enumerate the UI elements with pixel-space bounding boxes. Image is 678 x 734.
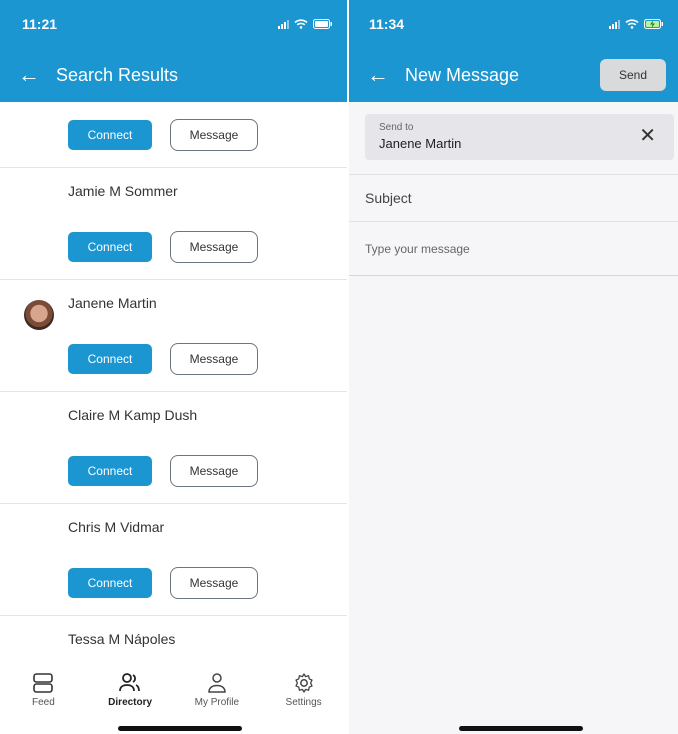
person-icon [208, 673, 226, 693]
wifi-icon [294, 19, 308, 29]
new-message-screen: 11:34 ← New Message Send Send to Janene … [349, 0, 678, 734]
status-time: 11:34 [369, 16, 405, 32]
header: 11:21 ← Search Results [0, 0, 347, 102]
search-results-screen: 11:21 ← Search Results Connect Message J… [0, 0, 347, 734]
feed-icon [33, 673, 54, 693]
bottom-tab-bar: Feed Directory My Profile Settings [0, 660, 347, 718]
connect-button[interactable]: Connect [68, 455, 152, 486]
connect-button[interactable]: Connect [68, 119, 152, 150]
connect-button[interactable]: Connect [68, 231, 152, 262]
gear-icon [294, 673, 313, 693]
list-item-actions: Connect Message [0, 438, 347, 504]
recipient-value: Janene Martin [379, 136, 462, 151]
tab-label: My Profile [194, 697, 240, 708]
connect-button[interactable]: Connect [68, 343, 152, 374]
message-button[interactable]: Message [170, 566, 258, 599]
status-icons [609, 19, 664, 29]
signal-icon [609, 19, 620, 29]
recipient-field[interactable]: Send to Janene Martin ✕ [365, 114, 674, 160]
recipient-label: Send to [379, 122, 414, 133]
tab-my-profile[interactable]: My Profile [177, 672, 257, 708]
page-title: New Message [405, 64, 520, 85]
tab-label: Directory [108, 697, 153, 708]
tab-directory[interactable]: Directory [90, 672, 170, 708]
message-button[interactable]: Message [170, 454, 258, 487]
message-input[interactable]: Type your message [349, 222, 678, 276]
send-button[interactable]: Send [600, 59, 666, 91]
list-item-actions: Connect Message [0, 326, 347, 392]
tab-feed[interactable]: Feed [3, 672, 83, 708]
home-indicator [118, 726, 242, 731]
signal-icon [278, 19, 289, 29]
person-name: Janene Martin [68, 295, 157, 311]
app-bar: ← Search Results [0, 48, 347, 102]
status-icons [278, 19, 333, 29]
people-icon [119, 673, 141, 692]
app-bar: ← New Message Send [349, 48, 678, 102]
battery-charging-icon [644, 19, 663, 29]
person-name[interactable]: Tessa M Nápoles [0, 616, 347, 660]
status-bar: 11:21 [0, 0, 347, 48]
page-title: Search Results [56, 64, 179, 85]
home-indicator [459, 726, 583, 731]
list-item-actions: Connect Message [0, 102, 347, 168]
back-arrow-icon[interactable]: ← [367, 64, 395, 86]
close-icon[interactable]: ✕ [639, 126, 656, 146]
battery-icon [313, 19, 332, 29]
results-list: Connect Message Jamie M Sommer Connect M… [0, 102, 347, 660]
tab-settings[interactable]: Settings [264, 672, 344, 708]
wifi-icon [625, 19, 639, 29]
person-name[interactable]: Chris M Vidmar [0, 504, 347, 550]
message-button[interactable]: Message [170, 118, 258, 151]
subject-input[interactable]: Subject [349, 174, 678, 222]
message-button[interactable]: Message [170, 342, 258, 375]
back-arrow-icon[interactable]: ← [18, 64, 46, 86]
tab-label: Settings [285, 697, 322, 708]
status-time: 11:21 [22, 16, 58, 32]
person-name[interactable]: Jamie M Sommer [0, 168, 347, 214]
list-item-actions: Connect Message [0, 214, 347, 280]
list-item-actions: Connect Message [0, 550, 347, 616]
status-bar: 11:34 [349, 0, 678, 48]
message-button[interactable]: Message [170, 230, 258, 263]
person-name[interactable]: Claire M Kamp Dush [0, 392, 347, 438]
header: 11:34 ← New Message Send [349, 0, 678, 102]
person-row[interactable]: Janene Martin [0, 280, 347, 330]
connect-button[interactable]: Connect [68, 567, 152, 598]
avatar [24, 300, 54, 330]
tab-label: Feed [31, 697, 55, 708]
